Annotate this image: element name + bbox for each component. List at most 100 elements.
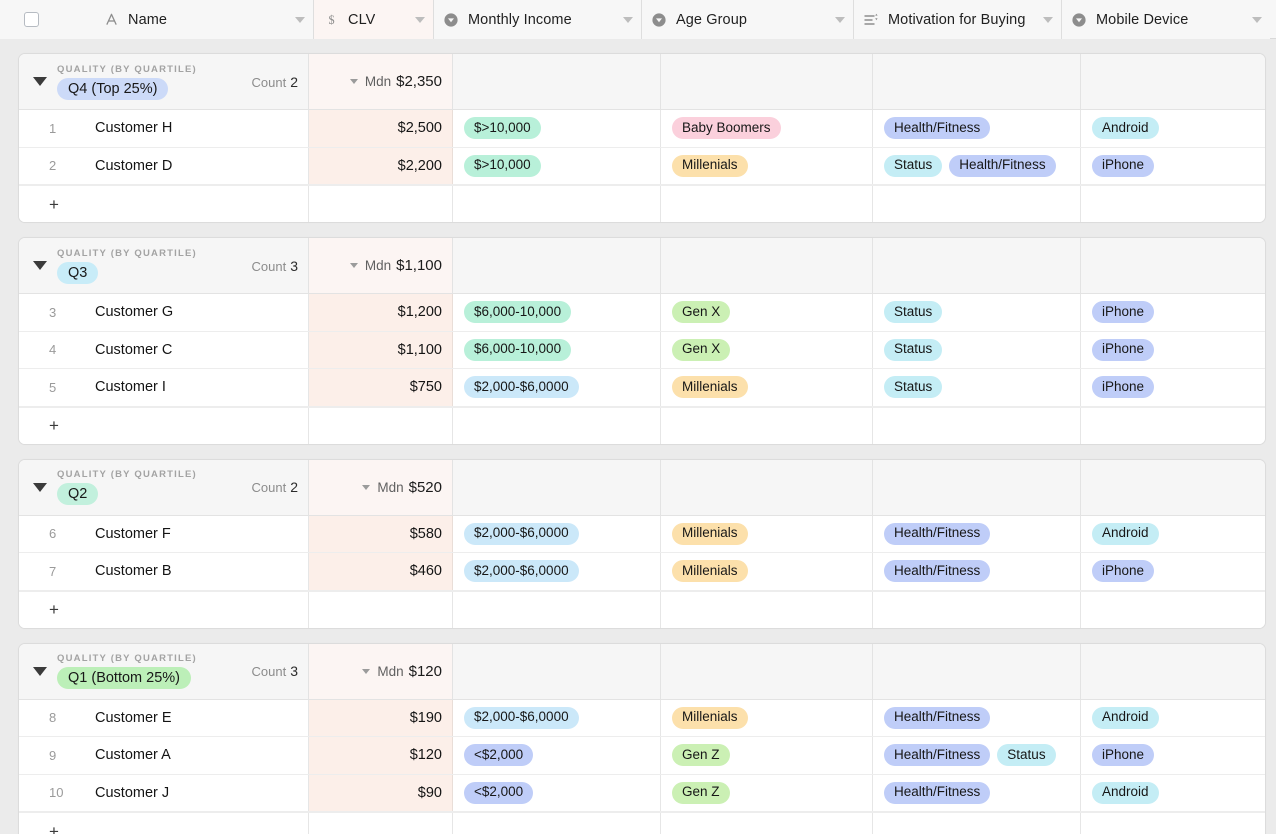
- tag[interactable]: Android: [1092, 707, 1159, 729]
- cell-mobile-device[interactable]: iPhone: [1081, 294, 1263, 331]
- cell-monthly-income[interactable]: $2,000-$6,0000: [453, 700, 661, 737]
- chevron-down-icon[interactable]: [350, 263, 358, 268]
- tag[interactable]: Health/Fitness: [884, 744, 990, 766]
- cell-motivation-for-buying[interactable]: Health/Fitness: [873, 516, 1081, 553]
- chevron-down-icon[interactable]: [295, 17, 305, 23]
- group-stat-age[interactable]: [661, 644, 873, 699]
- cell-motivation-for-buying[interactable]: Status: [873, 332, 1081, 369]
- tag[interactable]: Android: [1092, 117, 1159, 139]
- cell-name[interactable]: Customer F: [95, 516, 309, 553]
- cell-mobile-device[interactable]: Android: [1081, 110, 1263, 147]
- cell-monthly-income[interactable]: $6,000-10,000: [453, 332, 661, 369]
- add-row[interactable]: +: [19, 185, 1265, 222]
- tag[interactable]: $2,000-$6,0000: [464, 523, 579, 545]
- plus-icon[interactable]: +: [49, 823, 59, 834]
- group-stat-income[interactable]: [453, 644, 661, 699]
- tag[interactable]: Status: [884, 376, 942, 398]
- cell-monthly-income[interactable]: <$2,000: [453, 737, 661, 774]
- tag[interactable]: Status: [884, 301, 942, 323]
- chevron-down-icon[interactable]: [415, 17, 425, 23]
- table-row[interactable]: 2Customer D$2,200$>10,000MillenialsStatu…: [19, 148, 1265, 186]
- grid-body[interactable]: QUALITY (BY QUARTILE)Q4 (Top 25%)Count2M…: [0, 39, 1276, 834]
- cell-monthly-income[interactable]: $>10,000: [453, 148, 661, 185]
- cell-age-group[interactable]: Millenials: [661, 369, 873, 406]
- cell-clv[interactable]: $2,200: [309, 148, 453, 185]
- add-row[interactable]: +: [19, 591, 1265, 628]
- table-row[interactable]: 5Customer I$750$2,000-$6,0000MillenialsS…: [19, 369, 1265, 407]
- tag[interactable]: Gen Z: [672, 782, 730, 804]
- cell-name[interactable]: Customer G: [95, 294, 309, 331]
- group-value-badge[interactable]: Q3: [57, 262, 98, 284]
- table-row[interactable]: 7Customer B$460$2,000-$6,0000MillenialsH…: [19, 553, 1265, 591]
- vertical-scrollbar[interactable]: [1267, 39, 1276, 834]
- tag[interactable]: Status: [997, 744, 1055, 766]
- tag[interactable]: $>10,000: [464, 117, 541, 139]
- cell-name[interactable]: Customer E: [95, 700, 309, 737]
- cell-mobile-device[interactable]: Android: [1081, 775, 1263, 812]
- group-stat-motivation[interactable]: [873, 644, 1081, 699]
- tag[interactable]: Status: [884, 339, 942, 361]
- tag[interactable]: iPhone: [1092, 301, 1154, 323]
- cell-clv[interactable]: $90: [309, 775, 453, 812]
- group-stat-income[interactable]: [453, 54, 661, 109]
- table-row[interactable]: 8Customer E$190$2,000-$6,0000MillenialsH…: [19, 700, 1265, 738]
- tag[interactable]: Gen X: [672, 339, 730, 361]
- tag[interactable]: Gen X: [672, 301, 730, 323]
- group-collapse-toggle[interactable]: [27, 667, 53, 676]
- chevron-down-icon[interactable]: [350, 79, 358, 84]
- cell-age-group[interactable]: Gen X: [661, 332, 873, 369]
- cell-clv[interactable]: $190: [309, 700, 453, 737]
- tag[interactable]: Status: [884, 155, 942, 177]
- tag[interactable]: Millenials: [672, 523, 748, 545]
- cell-clv[interactable]: $2,500: [309, 110, 453, 147]
- tag[interactable]: Baby Boomers: [672, 117, 781, 139]
- cell-motivation-for-buying[interactable]: Health/Fitness: [873, 700, 1081, 737]
- group-stat-mobile[interactable]: [1081, 238, 1263, 293]
- cell-mobile-device[interactable]: iPhone: [1081, 369, 1263, 406]
- group-value-badge[interactable]: Q2: [57, 483, 98, 505]
- tag[interactable]: Health/Fitness: [884, 523, 990, 545]
- tag[interactable]: $>10,000: [464, 155, 541, 177]
- cell-motivation-for-buying[interactable]: Status: [873, 294, 1081, 331]
- chevron-down-icon[interactable]: [623, 17, 633, 23]
- group-stat-income[interactable]: [453, 238, 661, 293]
- cell-motivation-for-buying[interactable]: StatusHealth/Fitness: [873, 148, 1081, 185]
- group-stat-motivation[interactable]: [873, 54, 1081, 109]
- cell-clv[interactable]: $1,200: [309, 294, 453, 331]
- chevron-down-icon[interactable]: [362, 485, 370, 490]
- cell-mobile-device[interactable]: iPhone: [1081, 737, 1263, 774]
- tag[interactable]: Millenials: [672, 707, 748, 729]
- cell-name[interactable]: Customer I: [95, 369, 309, 406]
- cell-age-group[interactable]: Millenials: [661, 700, 873, 737]
- tag[interactable]: iPhone: [1092, 376, 1154, 398]
- group-stat-age[interactable]: [661, 238, 873, 293]
- select-all-checkbox[interactable]: [24, 12, 39, 27]
- add-row-trigger[interactable]: +: [19, 408, 309, 444]
- chevron-down-icon[interactable]: [1043, 17, 1053, 23]
- cell-clv[interactable]: $460: [309, 553, 453, 590]
- add-row[interactable]: +: [19, 407, 1265, 444]
- tag[interactable]: Gen Z: [672, 744, 730, 766]
- table-row[interactable]: 9Customer A$120<$2,000Gen ZHealth/Fitnes…: [19, 737, 1265, 775]
- tag[interactable]: iPhone: [1092, 560, 1154, 582]
- tag[interactable]: $2,000-$6,0000: [464, 560, 579, 582]
- cell-name[interactable]: Customer D: [95, 148, 309, 185]
- group-stat-clv[interactable]: Mdn$2,350: [309, 54, 453, 109]
- cell-monthly-income[interactable]: $2,000-$6,0000: [453, 369, 661, 406]
- tag[interactable]: $2,000-$6,0000: [464, 707, 579, 729]
- tag[interactable]: Health/Fitness: [884, 117, 990, 139]
- cell-clv[interactable]: $580: [309, 516, 453, 553]
- cell-mobile-device[interactable]: Android: [1081, 516, 1263, 553]
- cell-mobile-device[interactable]: Android: [1081, 700, 1263, 737]
- cell-monthly-income[interactable]: $2,000-$6,0000: [453, 553, 661, 590]
- table-row[interactable]: 10Customer J$90<$2,000Gen ZHealth/Fitnes…: [19, 775, 1265, 813]
- tag[interactable]: <$2,000: [464, 782, 533, 804]
- add-row[interactable]: +: [19, 812, 1265, 834]
- group-value-badge[interactable]: Q1 (Bottom 25%): [57, 667, 191, 689]
- cell-age-group[interactable]: Millenials: [661, 516, 873, 553]
- column-header-mobile-device[interactable]: Mobile Device: [1062, 0, 1270, 39]
- column-header-select[interactable]: [0, 0, 76, 39]
- cell-monthly-income[interactable]: $>10,000: [453, 110, 661, 147]
- cell-age-group[interactable]: Millenials: [661, 553, 873, 590]
- add-row-trigger[interactable]: +: [19, 813, 309, 834]
